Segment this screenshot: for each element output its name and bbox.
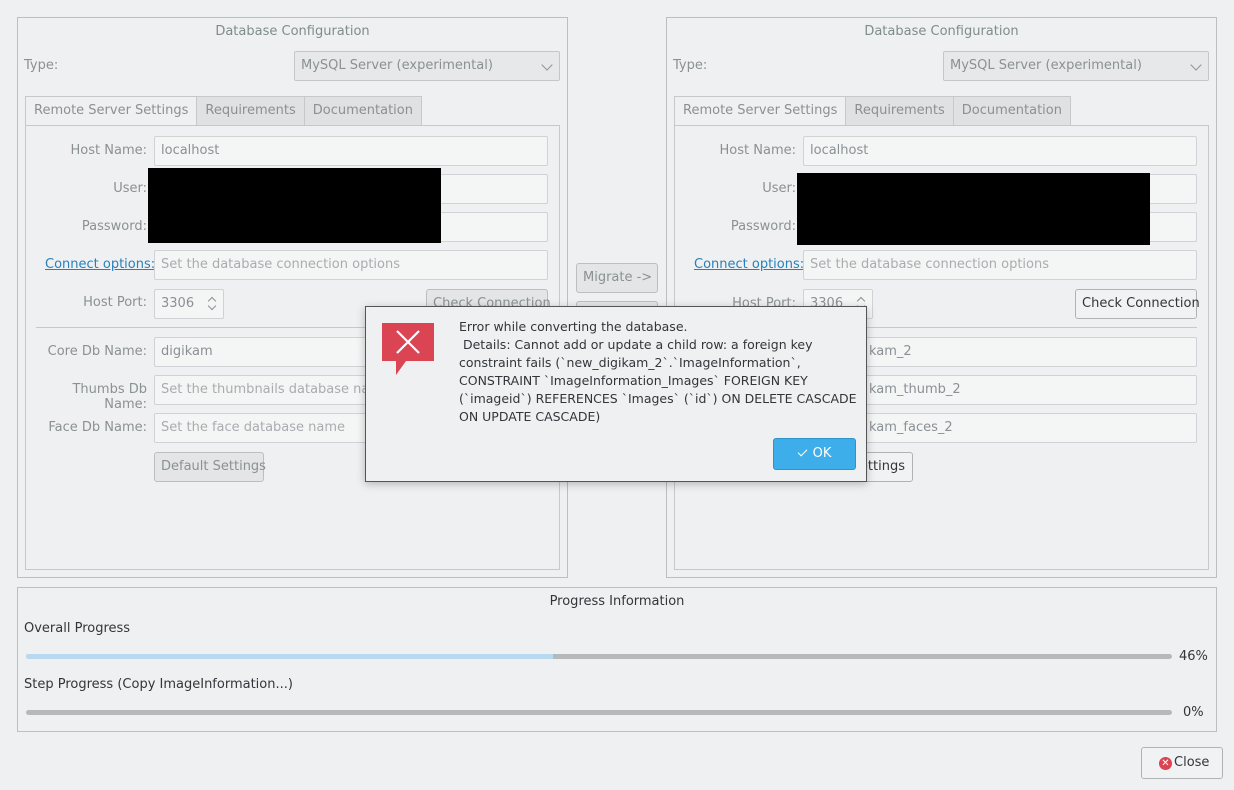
- right-tab-bar: Remote Server Settings Requirements Docu…: [674, 96, 1071, 126]
- error-icon: [382, 323, 434, 375]
- left-connect-options-input[interactable]: Set the database connection options: [154, 250, 548, 280]
- migrate-button[interactable]: Migrate ->: [576, 263, 658, 293]
- left-thumbs-db-label: Thumbs Db Name:: [72, 382, 147, 412]
- right-user-label: User:: [762, 181, 796, 196]
- left-default-settings-button[interactable]: Default Settings: [154, 452, 266, 482]
- left-type-combo[interactable]: MySQL Server (experimental): [294, 51, 560, 81]
- close-icon: ✕: [1159, 757, 1172, 770]
- spin-arrows-icon[interactable]: [207, 295, 217, 313]
- left-type-label: Type:: [24, 58, 59, 73]
- overall-progress-bar: [26, 654, 1172, 659]
- left-db-config-title: Database Configuration: [215, 24, 370, 39]
- left-credentials-redaction: [148, 168, 441, 243]
- left-core-db-label: Core Db Name:: [47, 344, 147, 359]
- right-tab-requirements[interactable]: Requirements: [845, 96, 954, 126]
- right-connect-options-input[interactable]: Set the database connection options: [803, 250, 1197, 280]
- right-core-db-value: kam_2: [869, 344, 912, 359]
- right-face-db-value: kam_faces_2: [869, 420, 953, 435]
- left-user-label: User:: [113, 181, 147, 196]
- step-progress-bar: [26, 710, 1172, 715]
- left-type-value: MySQL Server (experimental): [301, 58, 493, 73]
- step-progress-percent: 0%: [1183, 705, 1204, 720]
- left-tab-bar: Remote Server Settings Requirements Docu…: [25, 96, 422, 126]
- left-host-name-label: Host Name:: [70, 143, 147, 158]
- right-type-combo[interactable]: MySQL Server (experimental): [943, 51, 1209, 81]
- left-host-name-input[interactable]: localhost: [154, 136, 548, 166]
- close-button-label: Close: [1174, 755, 1210, 770]
- right-db-config-title: Database Configuration: [864, 24, 1019, 39]
- overall-progress-percent: 46%: [1179, 649, 1208, 664]
- right-credentials-redaction: [797, 173, 1150, 245]
- left-tab-requirements[interactable]: Requirements: [196, 96, 305, 126]
- right-tab-documentation[interactable]: Documentation: [952, 96, 1071, 126]
- left-face-db-label: Face Db Name:: [48, 420, 147, 435]
- right-type-value: MySQL Server (experimental): [950, 58, 1142, 73]
- right-tab-remote-server[interactable]: Remote Server Settings: [674, 96, 847, 126]
- right-type-label: Type:: [673, 58, 708, 73]
- right-connect-options-link[interactable]: Connect options:: [694, 257, 804, 272]
- chevron-down-icon: [1190, 59, 1202, 71]
- step-progress-label: Step Progress (Copy ImageInformation...): [24, 677, 293, 692]
- overall-progress-fill: [26, 654, 554, 659]
- checkmark-icon: [797, 446, 808, 457]
- ok-button[interactable]: OK: [773, 438, 856, 470]
- error-message-title: Error while converting the database.: [459, 319, 688, 334]
- overall-progress-label: Overall Progress: [24, 621, 131, 636]
- error-message-details: Details: Cannot add or update a child ro…: [459, 337, 861, 424]
- right-host-name-input[interactable]: localhost: [803, 136, 1197, 166]
- left-password-label: Password:: [81, 219, 147, 234]
- right-host-name-label: Host Name:: [719, 143, 796, 158]
- left-tab-remote-server[interactable]: Remote Server Settings: [25, 96, 198, 126]
- chevron-down-icon: [541, 59, 553, 71]
- close-button[interactable]: ✕ Close: [1141, 747, 1223, 779]
- left-host-port-label: Host Port:: [83, 295, 147, 310]
- left-connect-options-link[interactable]: Connect options:: [45, 257, 155, 272]
- right-password-label: Password:: [730, 219, 796, 234]
- progress-info-title: Progress Information: [549, 594, 685, 609]
- left-tab-documentation[interactable]: Documentation: [303, 96, 422, 126]
- error-message: Error while converting the database. Det…: [459, 318, 859, 426]
- error-dialog: Error while converting the database. Det…: [365, 306, 867, 482]
- ok-button-label: OK: [812, 446, 832, 461]
- left-host-port-value: 3306: [161, 296, 195, 311]
- right-check-connection-button[interactable]: Check Connection: [1075, 289, 1200, 319]
- right-thumbs-db-value: kam_thumb_2: [869, 382, 961, 397]
- left-host-port-spinbox[interactable]: 3306: [154, 289, 224, 319]
